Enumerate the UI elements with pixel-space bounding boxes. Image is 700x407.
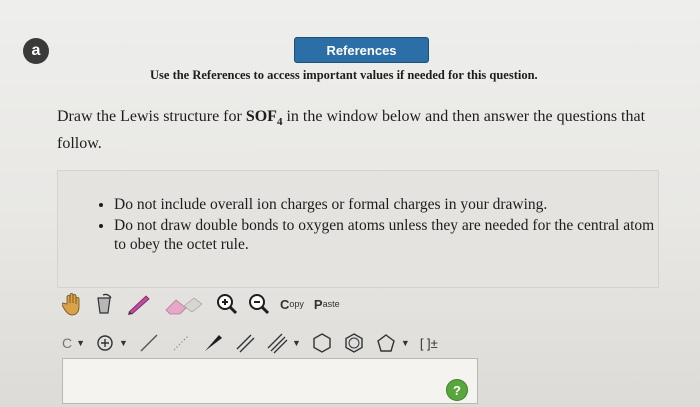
formula: SOF4 xyxy=(245,108,283,129)
cyclopentane-icon[interactable] xyxy=(375,331,397,355)
cyclohexane-icon[interactable] xyxy=(311,331,333,355)
instruction-item: Do not include overall ion charges or fo… xyxy=(114,195,658,214)
instruction-item: Do not draw double bonds to oxygen atoms… xyxy=(114,216,658,254)
chevron-down-icon[interactable]: ▼ xyxy=(76,338,85,348)
instructions-box: Do not include overall ion charges or fo… xyxy=(57,170,659,288)
references-button[interactable]: References xyxy=(294,37,429,63)
wedge-bond-icon[interactable] xyxy=(202,331,224,355)
hand-icon[interactable] xyxy=(62,292,84,316)
hashed-bond-icon[interactable] xyxy=(170,331,192,355)
zoom-in-icon[interactable] xyxy=(216,292,238,316)
chevron-down-icon[interactable]: ▼ xyxy=(119,338,128,348)
eraser-icon[interactable] xyxy=(162,292,206,316)
plus-circle-icon[interactable] xyxy=(95,331,115,355)
question-part-badge: a xyxy=(23,38,49,64)
help-icon[interactable]: ? xyxy=(446,379,468,401)
chevron-down-icon[interactable]: ▼ xyxy=(292,338,301,348)
double-bond-icon[interactable] xyxy=(234,331,256,355)
drawing-toolbar-bottom: C ▼ ▼ ▼ ▼ [ ]± xyxy=(62,329,438,357)
single-bond-icon[interactable] xyxy=(138,331,160,355)
references-note: Use the References to access important v… xyxy=(150,68,538,82)
question-text: Draw the Lewis structure for SOF4 in the… xyxy=(57,106,667,155)
drawing-toolbar-top: Copy Paste xyxy=(62,290,340,318)
drawing-canvas[interactable] xyxy=(62,358,478,404)
question-prefix: Draw the Lewis structure for xyxy=(57,108,246,125)
copy-button[interactable]: Copy xyxy=(280,292,304,316)
triple-bond-icon[interactable] xyxy=(266,331,288,355)
instructions-list: Do not include overall ion charges or fo… xyxy=(58,171,658,254)
chevron-down-icon[interactable]: ▼ xyxy=(401,338,410,348)
zoom-out-icon[interactable] xyxy=(248,292,270,316)
benzene-icon[interactable] xyxy=(343,331,365,355)
bucket-icon[interactable] xyxy=(94,292,116,316)
bracket-charge-button[interactable]: [ ]± xyxy=(420,331,438,355)
paste-button[interactable]: Paste xyxy=(314,292,340,316)
pencil-icon[interactable] xyxy=(126,292,152,316)
element-selector[interactable]: C xyxy=(62,331,72,355)
